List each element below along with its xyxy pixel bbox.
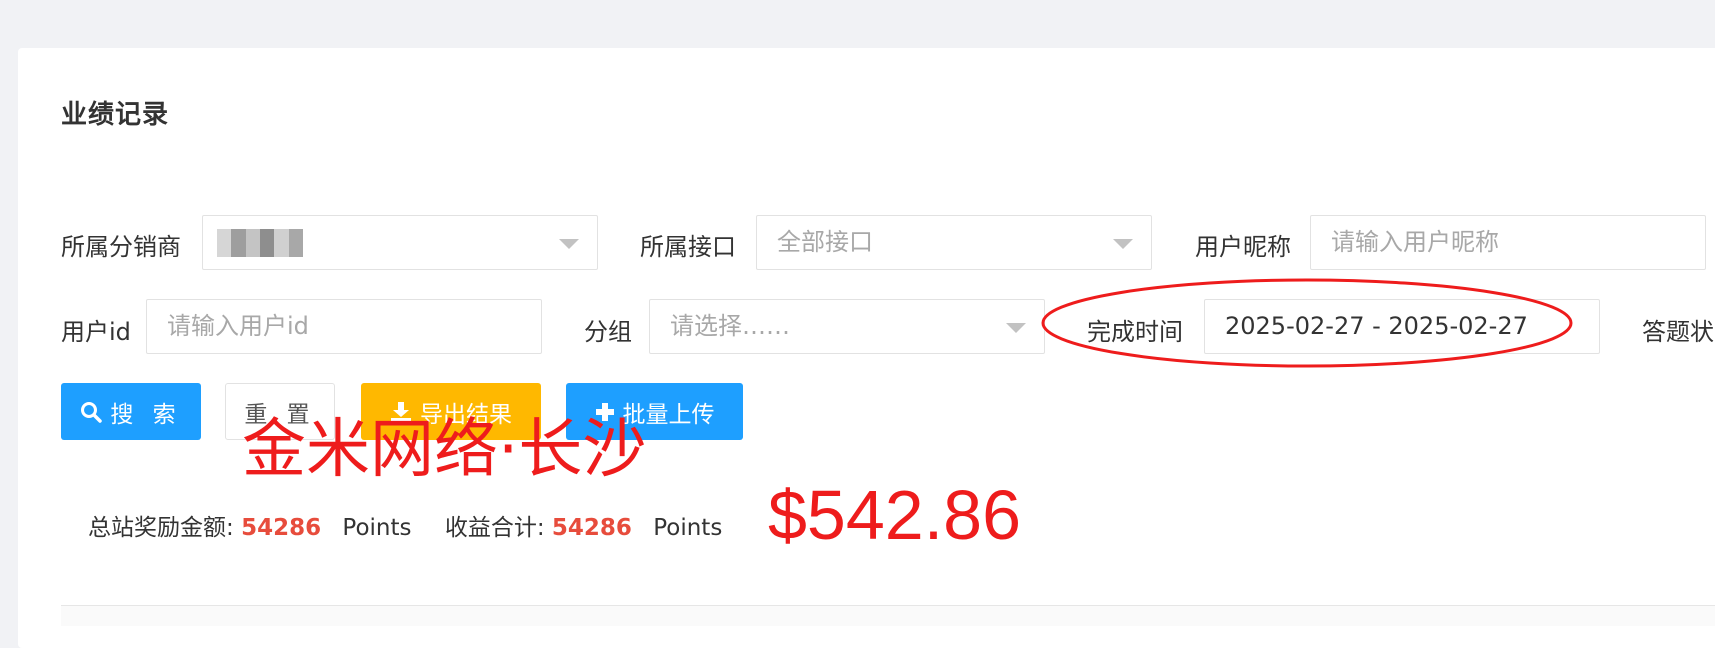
group-label: 分组	[584, 318, 632, 346]
income-total-value: 54286	[551, 515, 632, 541]
caret-down-icon	[559, 239, 579, 249]
answer-status-label: 答题状	[1642, 318, 1714, 346]
income-total-unit: Points	[653, 515, 723, 541]
user-id-label: 用户id	[61, 318, 131, 346]
total-reward-unit: Points	[342, 515, 412, 541]
amount-annotation: $542.86	[768, 476, 1022, 554]
group-select[interactable]: 请选择……	[649, 299, 1045, 354]
caret-down-icon	[1006, 323, 1026, 333]
total-reward-label: 总站奖励金额:	[88, 515, 234, 541]
distributor-label: 所属分销商	[61, 233, 181, 261]
nickname-input[interactable]: 请输入用户昵称	[1310, 215, 1706, 270]
caret-down-icon	[1113, 239, 1133, 249]
interface-select-value: 全部接口	[777, 228, 873, 256]
nickname-label: 用户昵称	[1195, 233, 1291, 261]
search-icon	[81, 401, 103, 423]
user-id-placeholder: 请输入用户id	[167, 312, 309, 340]
total-reward-value: 54286	[241, 515, 322, 541]
income-total-label: 收益合计:	[444, 515, 545, 541]
distributor-select[interactable]	[202, 215, 598, 270]
nickname-placeholder: 请输入用户昵称	[1331, 228, 1499, 256]
blurred-distributor-value	[217, 229, 303, 257]
highlight-ellipse-annotation	[1041, 278, 1573, 368]
search-button-label: 搜 索	[110, 401, 182, 428]
interface-label: 所属接口	[640, 233, 736, 261]
group-select-value: 请选择……	[670, 312, 790, 340]
watermark-annotation: 金米网络·长沙	[242, 413, 647, 487]
interface-select[interactable]: 全部接口	[756, 215, 1152, 270]
user-id-input[interactable]: 请输入用户id	[146, 299, 542, 354]
stats-summary: 总站奖励金额: 54286 Points 收益合计: 54286 Points	[88, 508, 748, 542]
search-button[interactable]: 搜 索	[61, 383, 201, 440]
page-title: 业绩记录	[61, 100, 170, 130]
